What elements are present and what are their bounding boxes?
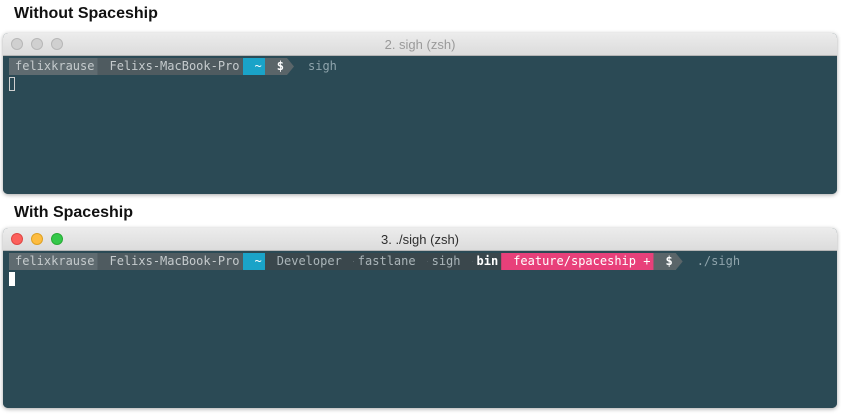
window-title: 2. sigh (zsh) [384, 37, 456, 52]
prompt-path-fastlane: fastlane [353, 253, 420, 270]
prompt-git-branch-segment: feature/spaceship + [501, 253, 660, 270]
window-titlebar[interactable]: 2. sigh (zsh) [3, 33, 837, 56]
chevron-right-icon [464, 253, 473, 270]
shell-prompt: felixkrause Felixs-MacBook-Pro ~ Develop… [9, 253, 740, 270]
terminal-content[interactable]: felixkrause Felixs-MacBook-Pro ~ $ sigh [3, 56, 837, 194]
heading-with-spaceship: With Spaceship [14, 204, 133, 221]
shell-prompt: felixkrause Felixs-MacBook-Pro ~ $ sigh [9, 58, 337, 75]
prompt-symbol-segment: $ [265, 58, 294, 75]
command-text: ./sigh [696, 254, 741, 268]
heading-without-spaceship: Without Spaceship [14, 5, 158, 22]
window-title: 3. ./sigh (zsh) [380, 232, 460, 247]
prompt-path-developer: Developer [264, 253, 346, 270]
terminal-content[interactable]: felixkrause Felixs-MacBook-Pro ~ Develop… [3, 251, 837, 408]
prompt-user-segment: felixkrause [9, 58, 104, 75]
chevron-right-icon [345, 253, 354, 270]
prompt-host-segment: Felixs-MacBook-Pro [97, 58, 249, 75]
prompt-symbol-segment: $ [653, 253, 682, 270]
terminal-cursor [9, 77, 15, 91]
terminal-window-without-spaceship[interactable]: 2. sigh (zsh) felixkrause Felixs-MacBook… [3, 33, 837, 194]
prompt-path-sigh: sigh [427, 253, 465, 270]
chevron-right-icon [419, 253, 428, 270]
terminal-window-with-spaceship[interactable]: 3. ./sigh (zsh) felixkrause Felixs-MacBo… [3, 228, 837, 408]
terminal-cursor [9, 272, 15, 286]
window-titlebar[interactable]: 3. ./sigh (zsh) [3, 228, 837, 251]
prompt-host-segment: Felixs-MacBook-Pro [97, 253, 249, 270]
prompt-user-segment: felixkrause [9, 253, 104, 270]
command-text: sigh [308, 59, 337, 73]
